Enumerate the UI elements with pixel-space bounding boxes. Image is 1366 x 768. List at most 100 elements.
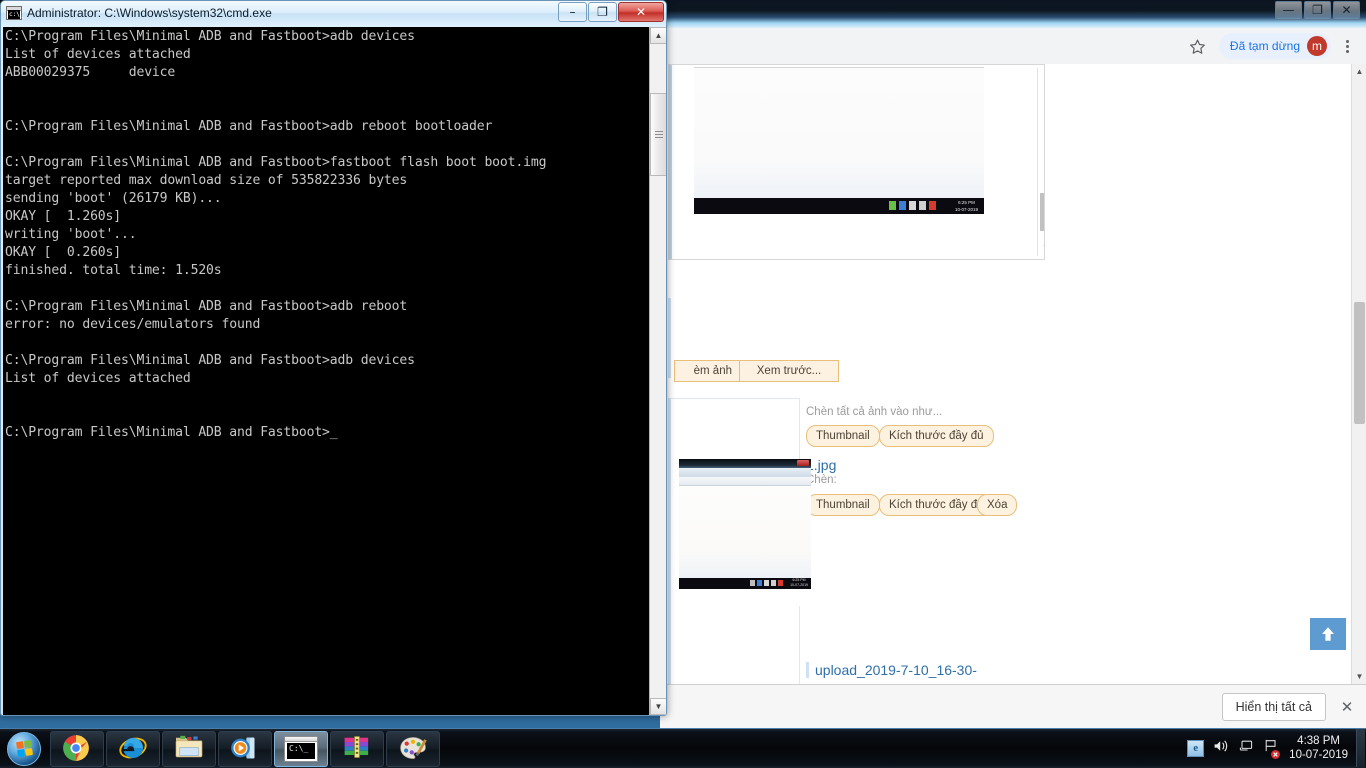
console-icon [6, 6, 22, 20]
taskbar-item-file-explorer[interactable] [162, 730, 216, 767]
embedded-screenshot-1-body [694, 68, 984, 198]
taskbar: C:\_ e 4:38 PM 10-07-2019 [0, 728, 1366, 768]
attach-image-button[interactable]: èm ảnh [674, 360, 742, 382]
embedded-screenshot-1-taskbar: 6:25 PM 10-07-2019 [694, 198, 984, 214]
internet-explorer-icon [118, 734, 148, 764]
cmd-maximize-button[interactable]: ❐ [588, 2, 617, 22]
scroll-to-top-button[interactable] [1310, 618, 1346, 650]
embedded-canvas-2 [679, 486, 811, 578]
chrome-window-controls: — ❐ ✕ [1275, 1, 1360, 20]
preview-button[interactable]: Xem trước... [739, 360, 839, 382]
system-tray: e 4:38 PM 10-07-2019 [1187, 728, 1366, 768]
console-scrollbar[interactable]: ▲ ▼ [649, 27, 666, 715]
command-prompt-window: Administrator: C:\Windows\system32\cmd.e… [0, 0, 667, 716]
taskbar-clock[interactable]: 4:38 PM 10-07-2019 [1289, 734, 1356, 762]
chevron-down-icon[interactable]: ▼ [1038, 240, 1044, 254]
internet-explorer-icon[interactable]: e [1187, 739, 1205, 757]
close-icon[interactable]: ✕ [1338, 698, 1356, 716]
avatar[interactable]: m [1307, 36, 1327, 56]
network-icon [771, 580, 776, 586]
action-center-flag-icon[interactable] [1263, 738, 1281, 759]
arrow-up-icon [1322, 627, 1334, 641]
page-viewport: 6:25 PM 10-07-2019 ▼ èm ảnh Xem trước...… [660, 64, 1366, 684]
insert-all-thumbnail-button[interactable]: Thumbnail [806, 425, 880, 447]
embedded-tray-icons-2 [750, 580, 783, 586]
embedded-scroll-thumb-1[interactable] [1040, 193, 1044, 231]
insert-all-fullsize-button[interactable]: Kích thước đầy đủ [879, 425, 994, 447]
profile-pill-label: Đã tạm dừng [1229, 39, 1300, 53]
chevron-down-icon[interactable]: ▼ [1352, 669, 1366, 684]
tray-icon-d [757, 580, 762, 586]
screen: — ❐ ✕ Đã tạm dừng m 6:25 PM 10-07-2019 è… [0, 0, 1366, 768]
embedded-screenshot-1: 6:25 PM 10-07-2019 [694, 67, 984, 257]
quote-bar [669, 65, 672, 259]
scroll-grip-icon [654, 129, 663, 140]
chevron-up-icon[interactable]: ▲ [1352, 64, 1366, 79]
cmd-minimize-button[interactable]: – [558, 2, 587, 22]
tray-icon-a [889, 201, 896, 210]
taskbar-item-winrar[interactable] [330, 730, 384, 767]
chrome-icon [62, 734, 92, 764]
taskbar-item-chrome[interactable] [50, 730, 104, 767]
three-dot-menu-icon[interactable] [1336, 33, 1358, 59]
page-scrollbar[interactable]: ▲ ▼ [1351, 64, 1366, 684]
file-delete-button[interactable]: Xóa [977, 494, 1018, 516]
volume-icon[interactable] [1213, 739, 1229, 758]
paint-palette-icon [398, 734, 428, 764]
tray-icon-b [899, 201, 906, 210]
show-all-downloads-button[interactable]: Hiển thị tất cả [1221, 692, 1326, 721]
clock-time: 4:38 PM [1297, 735, 1340, 747]
tray-icon-c [750, 580, 755, 586]
chrome-maximize-button[interactable]: ❐ [1304, 1, 1331, 20]
start-button[interactable] [0, 730, 48, 768]
console-scroll-thumb[interactable] [650, 93, 666, 176]
embedded-screenshot-1-lower [694, 214, 984, 257]
console-text: C:\Program Files\Minimal ADB and Fastboo… [5, 29, 547, 440]
media-player-icon [230, 734, 260, 764]
page-scroll-thumb[interactable] [1354, 302, 1365, 424]
embedded-tray-icons [889, 201, 936, 210]
cmd-window-title: Administrator: C:\Windows\system32\cmd.e… [27, 6, 272, 20]
volume-icon [909, 201, 916, 210]
show-desktop-button[interactable] [1356, 729, 1365, 767]
embedded-addressbar-2 [679, 477, 811, 486]
chrome-tab-strip[interactable]: — ❐ ✕ [660, 0, 1366, 28]
tray-icons: e [1187, 738, 1289, 759]
embedded-screenshot-container-2[interactable]: 6:25 PM 10-07-2019 [668, 398, 811, 684]
chrome-minimize-button[interactable]: — [1275, 1, 1302, 20]
network-icon[interactable] [1238, 739, 1254, 758]
cmd-title-bar[interactable]: Administrator: C:\Windows\system32\cmd.e… [1, 1, 666, 25]
embedded-toolbar-2 [679, 468, 811, 477]
scroll-down-arrow-icon[interactable]: ▼ [650, 698, 666, 715]
winrar-icon [342, 734, 372, 764]
profile-paused-pill[interactable]: Đã tạm dừng m [1218, 33, 1331, 59]
taskbar-item-internet-explorer[interactable] [106, 730, 160, 767]
taskbar-item-command-prompt[interactable]: C:\_ [274, 730, 328, 767]
embedded-screenshot-container-1[interactable]: 6:25 PM 10-07-2019 ▼ [668, 64, 1045, 260]
embedded-scrollbar-1[interactable]: ▼ [1037, 68, 1044, 256]
clock-date: 10-07-2019 [1289, 749, 1348, 761]
embedded-clock-1: 6:25 PM 10-07-2019 [954, 200, 978, 212]
action-center-flag-icon [929, 201, 936, 210]
cmd-window-controls: – ❐ ✕ [557, 2, 664, 22]
folder-icon [174, 734, 204, 764]
taskbar-item-media-player[interactable] [218, 730, 272, 767]
chrome-toolbar: Đã tạm dừng m [660, 28, 1366, 64]
taskbar-item-paint[interactable] [386, 730, 440, 767]
network-icon [919, 201, 926, 210]
file-thumbnail-button[interactable]: Thumbnail [806, 494, 880, 516]
download-shelf: Hiển thị tất cả ✕ [660, 684, 1366, 728]
download-file-link[interactable]: upload_2019-7-10_16-30- [806, 662, 977, 678]
embedded-titlebar-2 [679, 459, 811, 468]
console-icon: C:\_ [284, 735, 318, 762]
windows-logo-icon [7, 731, 41, 766]
cmd-close-button[interactable]: ✕ [618, 2, 664, 22]
action-center-flag-icon [778, 580, 783, 586]
star-icon[interactable] [1185, 33, 1211, 59]
chrome-close-button[interactable]: ✕ [1333, 1, 1360, 20]
insert-all-label: Chèn tất cả ảnh vào như... [806, 406, 943, 418]
console-output-area[interactable]: C:\Program Files\Minimal ADB and Fastboo… [3, 27, 666, 715]
embedded-screenshot-2-lower [679, 589, 811, 606]
scroll-up-arrow-icon[interactable]: ▲ [650, 27, 666, 44]
volume-icon [764, 580, 769, 586]
